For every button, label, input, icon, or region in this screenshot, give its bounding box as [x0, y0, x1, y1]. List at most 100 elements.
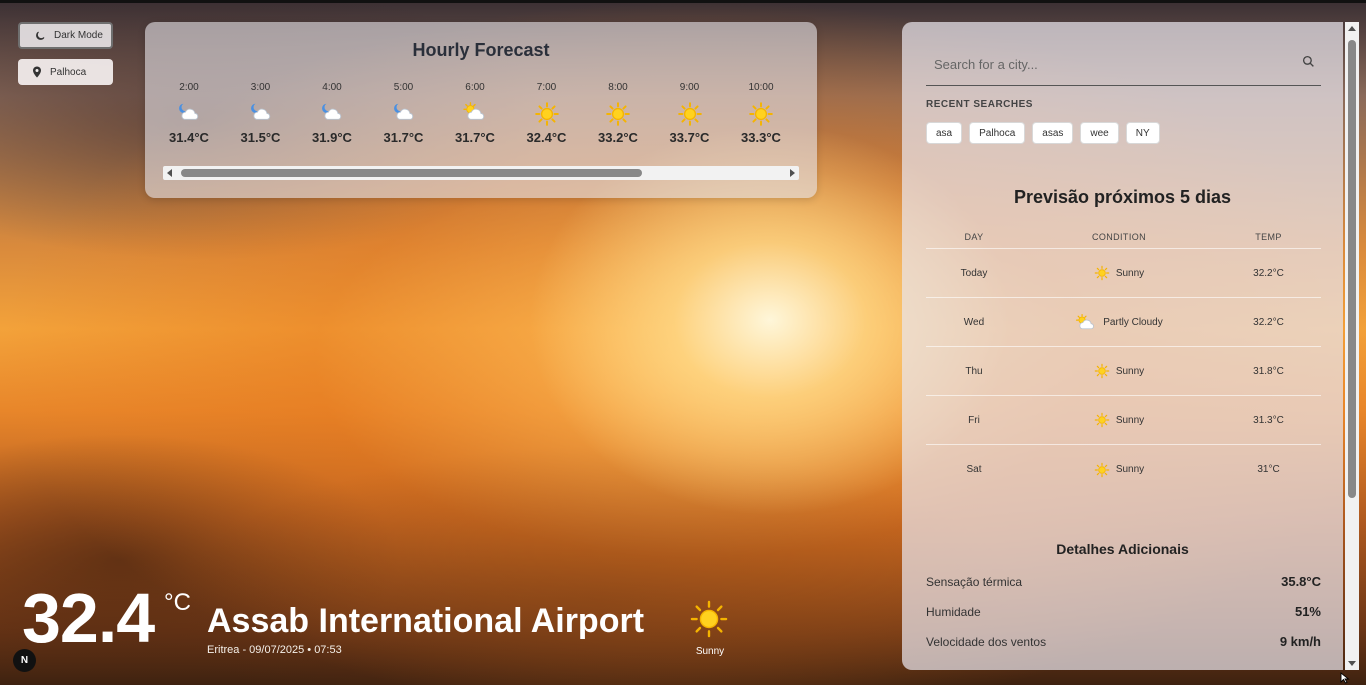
detail-humidity: Humidade 51% — [926, 604, 1321, 619]
forecast-day: Wed — [963, 316, 985, 328]
side-panel: RECENT SEARCHES asa Palhoca asaswee NY Prev… — [902, 22, 1343, 670]
scroll-left-arrow-icon[interactable] — [167, 169, 172, 177]
forecast-day: Today — [960, 267, 988, 279]
sun-icon — [534, 101, 560, 126]
detail-label: Velocidade dos ventos — [926, 634, 1047, 649]
forecast-title: Previsão próximos 5 dias — [1013, 187, 1232, 207]
hour-time: 6:00 — [465, 82, 485, 93]
forecast-table-header: DAY CONDITION TEMP — [926, 225, 1321, 249]
hourly-item: 3:00 31.5°C — [231, 82, 291, 145]
hourly-item: 2:00 31.4°C — [159, 82, 219, 145]
location-label: Palhoca — [50, 66, 87, 78]
current-location-name: Assab International Airport — [207, 602, 645, 640]
hourly-item: 8:00 33.2°C — [588, 82, 648, 145]
hour-time: 10:00 — [748, 82, 774, 93]
forecast-condition: Sunny — [1022, 265, 1216, 281]
forecast-condition: Sunny — [1022, 412, 1216, 428]
hour-time: 8:00 — [608, 82, 628, 93]
scroll-right-arrow-icon[interactable] — [790, 169, 795, 177]
forecast-condition-label: Sunny — [1115, 365, 1145, 377]
mouse-cursor-icon — [1340, 672, 1350, 684]
recent-search-chip[interactable]: NY — [1125, 122, 1160, 144]
moon-cloud-icon — [391, 101, 417, 123]
hourly-item: 7:00 32.4°C — [517, 82, 577, 145]
sun-icon — [1094, 265, 1110, 281]
moon-icon — [36, 31, 45, 40]
detail-label: Humidade — [926, 604, 981, 619]
scrollbar-thumb[interactable] — [181, 169, 642, 177]
forecast-condition-label: Sunny — [1115, 414, 1145, 426]
forecast-row: Sat Sunny 31°C — [926, 445, 1321, 494]
dark-mode-label: Dark Mode — [54, 30, 103, 41]
sun-icon — [1094, 462, 1110, 478]
forecast-condition: Sunny — [1022, 462, 1216, 478]
recent-search-chip[interactable]: Palhoca — [969, 122, 1026, 144]
hour-time: 5:00 — [393, 82, 414, 93]
dark-mode-button[interactable]: Dark Mode — [18, 22, 113, 49]
scroll-up-arrow-icon[interactable] — [1348, 26, 1356, 31]
detail-value: 9 km/h — [1279, 634, 1321, 649]
dev-badge[interactable]: N — [13, 649, 36, 672]
recent-search-chip[interactable]: wee — [1080, 122, 1119, 144]
forecast-temp: 32.2°C — [1253, 267, 1284, 279]
hour-temp: 31.7°C — [383, 130, 424, 145]
detail-value: 35.8°C — [1281, 574, 1321, 589]
map-pin-icon — [33, 66, 41, 78]
forecast-condition: Sunny — [1022, 363, 1216, 379]
details-title: Detalhes Adicionais — [1056, 541, 1189, 557]
hourly-item: 9:00 33.7°C — [660, 82, 720, 145]
sun-cloud-icon — [1075, 313, 1097, 332]
hourly-item: 5:00 31.7°C — [374, 82, 434, 145]
forecast-condition-label: Sunny — [1115, 267, 1145, 279]
forecast-day: Sat — [966, 464, 982, 475]
hour-time: 3:00 — [250, 82, 271, 93]
forecast-table: DAY CONDITION TEMP Today Sunny 32.2°C Wed Pa… — [926, 225, 1321, 494]
recent-search-chip[interactable]: asas — [1032, 122, 1074, 144]
location-button[interactable]: Palhoca — [18, 59, 113, 85]
recent-search-chip[interactable]: asa — [926, 122, 963, 144]
recent-searches-list: asa Palhoca asas wee NY — [926, 122, 1160, 144]
hour-temp: 32.4°C — [526, 130, 567, 145]
forecast-condition-label: Partly Cloudy — [1103, 316, 1163, 328]
hour-temp: 31.9°C — [312, 130, 352, 145]
panel-scrollbar[interactable] — [1345, 22, 1359, 670]
search-icon[interactable] — [1302, 55, 1315, 68]
detail-value: 51% — [1294, 604, 1321, 619]
header-temp: TEMP — [1255, 231, 1282, 242]
hourly-item: 6:00 31.7°C — [445, 82, 505, 145]
sun-icon — [1094, 363, 1110, 379]
forecast-temp: 31°C — [1257, 464, 1280, 475]
forecast-temp: 31.3°C — [1253, 414, 1284, 426]
detail-feels-like: Sensação térmica 35.8°C — [926, 574, 1321, 589]
hour-temp: 31.5°C — [240, 130, 281, 145]
forecast-row: Thu Sunny 31.8°C — [926, 347, 1321, 396]
moon-cloud-icon — [248, 101, 274, 123]
sun-icon — [605, 101, 631, 126]
forecast-day: Fri — [968, 414, 980, 426]
sun-icon — [690, 600, 728, 638]
header-condition: CONDITION — [1091, 231, 1147, 242]
scroll-down-arrow-icon[interactable] — [1348, 661, 1356, 666]
search-input[interactable] — [934, 52, 1284, 76]
forecast-condition: Partly Cloudy — [1022, 313, 1216, 332]
sun-icon — [748, 101, 774, 126]
hourly-scrollbar[interactable] — [163, 166, 799, 180]
scrollbar-thumb[interactable] — [1348, 40, 1356, 498]
hour-temp: 31.4°C — [169, 130, 209, 145]
header-day: DAY — [964, 231, 984, 242]
hour-time: 2:00 — [179, 82, 199, 93]
current-temp-unit: °C — [164, 589, 191, 616]
current-temperature: 32.4 — [22, 579, 155, 657]
hour-temp: 31.7°C — [455, 130, 495, 145]
sun-icon — [1094, 412, 1110, 428]
hourly-forecast-panel: Hourly Forecast 2:00 31.4°C 3:00 31.5°C 4:00… — [145, 22, 817, 198]
current-condition: Sunny — [695, 646, 725, 657]
forecast-row: Wed Partly Cloudy 32.2°C — [926, 298, 1321, 347]
hour-temp: 33.3°C — [741, 130, 781, 145]
hourly-item: 4:00 31.9°C — [302, 82, 362, 145]
forecast-temp: 32.2°C — [1253, 316, 1284, 328]
forecast-row: Today Sunny 32.2°C — [926, 249, 1321, 298]
current-location-meta: Eritrea - 09/07/2025 • 07:53 — [207, 644, 342, 656]
moon-cloud-icon — [176, 101, 202, 123]
hourly-title: Hourly Forecast — [412, 40, 550, 60]
